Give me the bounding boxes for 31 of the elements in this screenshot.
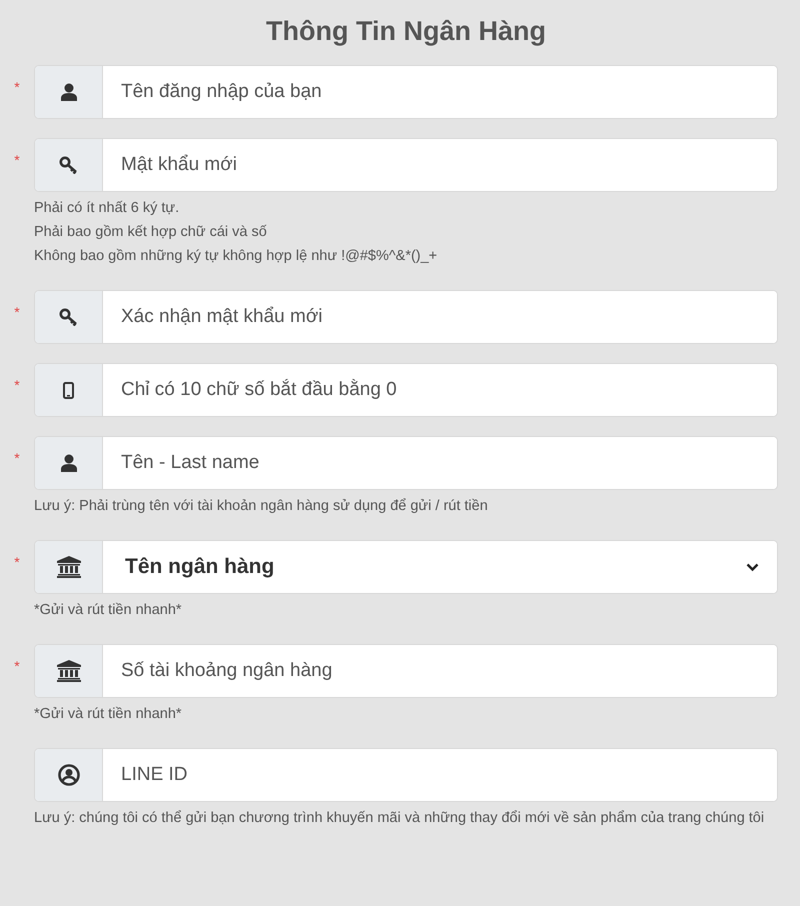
key-icon	[58, 156, 78, 174]
hint-text: Lưu ý: chúng tôi có thể gửi bạn chương trình khuyến mãi và những thay đổi mới về sản phẩm của trang chúng tôi	[34, 809, 766, 828]
hint-text: Phải bao gồm kết hợp chữ cái và số	[34, 223, 268, 242]
required-mark: *	[13, 553, 21, 572]
hint-text: Lưu ý: Phải trùng tên với tài khoản ngân hàng sử dụng để gửi / rút tiền	[34, 497, 489, 516]
input-field[interactable]: Mật khẩu mới	[34, 138, 778, 192]
required-mark: *	[13, 449, 21, 468]
user-icon	[60, 454, 76, 472]
required-mark: *	[13, 78, 21, 98]
hint-text: *Gửi và rút tiền nhanh*	[34, 601, 183, 620]
caret-icon	[746, 562, 759, 572]
hint-text: Không bao gồm những ký tự không hợp lệ như !@#$%^&*()_+	[34, 247, 438, 266]
required-mark: *	[13, 303, 21, 322]
input-field[interactable]: Xác nhận mật khẩu mới	[34, 290, 778, 344]
user-icon	[60, 83, 76, 102]
bank-icon	[56, 660, 80, 682]
required-mark: *	[13, 376, 21, 396]
input-field[interactable]: Tên đăng nhập của bạn	[34, 65, 778, 120]
required-mark: *	[13, 151, 21, 170]
key-icon	[58, 308, 78, 326]
hint-text: *Gửi và rút tiền nhanh*	[34, 705, 183, 724]
input-field[interactable]: Tên - Last name	[34, 436, 778, 490]
bank-icon	[56, 556, 80, 578]
input-field[interactable]: LINE ID	[34, 748, 778, 802]
phone-icon	[63, 382, 74, 399]
bank-select[interactable]: Tên ngân hàng	[34, 540, 778, 594]
form-title: Thông Tin Ngân Hàng	[265, 15, 547, 48]
input-field[interactable]: Số tài khoảng ngân hàng	[34, 644, 778, 698]
hint-text: Phải có ít nhất 6 ký tự.	[34, 199, 180, 218]
required-mark: *	[13, 657, 21, 676]
user-circle-icon	[58, 764, 80, 786]
